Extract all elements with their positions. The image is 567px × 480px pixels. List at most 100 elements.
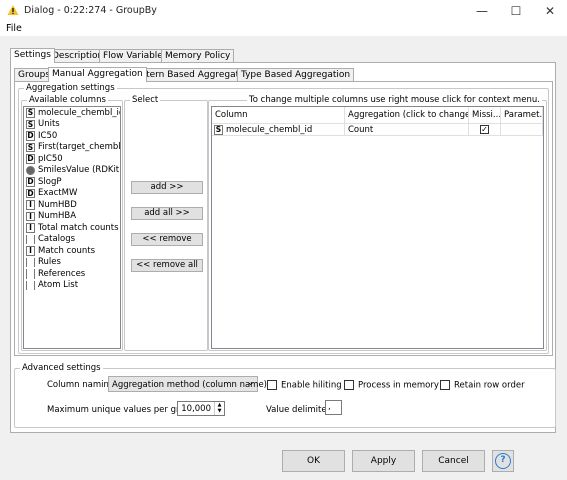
list-item[interactable]: SmilesValue (RDKit M — [24, 165, 120, 177]
column-naming-select[interactable]: Aggregation method (column name) ⌄ — [108, 376, 267, 392]
list-item[interactable]: Catalogs — [24, 234, 120, 246]
integer-type-icon: I — [26, 223, 35, 233]
column-name: First(target_chembl_id — [38, 142, 120, 153]
max-unique-value: 10,000 — [181, 404, 211, 414]
string-type-icon: S — [26, 119, 35, 129]
maximize-button[interactable]: ☐ — [499, 0, 533, 22]
column-naming-label: Column naming: — [47, 380, 118, 390]
header-column[interactable]: Column — [212, 107, 345, 124]
string-type-icon: S — [26, 108, 35, 118]
collection-type-icon — [26, 269, 35, 279]
advanced-settings-legend: Advanced settings — [22, 363, 101, 373]
row-aggregation-cell[interactable]: Count — [345, 124, 469, 136]
title-bar: Dialog - 0:22:274 - GroupBy — ☐ ✕ — [0, 0, 567, 22]
double-type-icon: D — [26, 188, 35, 198]
row-column-cell[interactable]: S molecule_chembl_id — [212, 124, 345, 136]
enable-hiliting-checkbox[interactable] — [267, 380, 277, 390]
list-item[interactable]: D ExactMW — [24, 188, 120, 200]
list-item[interactable]: DpIC50 — [24, 153, 120, 165]
select-group: Select — [124, 95, 208, 351]
help-button[interactable]: ? — [492, 450, 514, 472]
process-in-memory-option[interactable]: Process in memory — [344, 380, 439, 391]
apply-button[interactable]: Apply — [352, 450, 415, 472]
list-item[interactable]: I NumHBD — [24, 199, 120, 211]
list-item[interactable]: I Total match counts — [24, 222, 120, 234]
column-name: Units — [38, 119, 60, 130]
process-in-memory-checkbox[interactable] — [344, 380, 354, 390]
column-name: Atom List — [38, 280, 79, 291]
close-button[interactable]: ✕ — [533, 0, 567, 22]
double-type-icon: D — [26, 177, 35, 187]
header-missing[interactable]: Missi... — [469, 107, 501, 124]
add-all-button[interactable]: add all >> — [131, 207, 203, 220]
aggregation-table[interactable]: Column Aggregation (click to change) Mis… — [211, 106, 544, 349]
ok-button[interactable]: OK — [282, 450, 345, 472]
cancel-button[interactable]: Cancel — [422, 450, 485, 472]
collection-type-icon — [26, 257, 35, 267]
tab-manual-aggregation[interactable]: Manual Aggregation — [48, 67, 147, 82]
list-item[interactable]: Atom List — [24, 280, 120, 292]
chevron-down-icon: ⌄ — [247, 378, 255, 388]
table-row[interactable]: S molecule_chembl_id Count ✓ — [212, 124, 543, 136]
enable-hiliting-label: Enable hiliting — [281, 380, 342, 391]
molecule-type-icon — [26, 165, 35, 175]
column-name: molecule_chembl_id — [38, 107, 120, 118]
retain-row-order-option[interactable]: Retain row order — [440, 380, 525, 391]
tab-type-based-aggregation[interactable]: Type Based Aggregation — [237, 68, 355, 82]
integer-type-icon: I — [26, 246, 35, 256]
available-columns-legend: Available columns — [29, 95, 106, 105]
column-naming-value: Aggregation method (column name) — [112, 380, 267, 390]
list-item[interactable]: D SlogP — [24, 176, 120, 188]
header-parameter[interactable]: Paramet... — [501, 107, 543, 124]
tab-settings[interactable]: Settings — [10, 48, 55, 63]
value-delimiter-label: Value delimiter — [266, 405, 331, 415]
window-title: Dialog - 0:22:274 - GroupBy — [24, 5, 157, 16]
list-item[interactable]: D IC50 — [24, 130, 120, 142]
column-name: NumHBA — [38, 211, 77, 222]
header-aggregation[interactable]: Aggregation (click to change) — [345, 107, 469, 124]
list-item[interactable]: References — [24, 268, 120, 280]
column-name: NumHBD — [38, 199, 77, 210]
integer-type-icon: I — [26, 200, 35, 210]
add-button[interactable]: add >> — [131, 181, 203, 194]
list-item[interactable]: I NumHBA — [24, 211, 120, 223]
retain-row-order-label: Retain row order — [454, 380, 525, 391]
column-name: References — [38, 268, 86, 279]
row-column-name: molecule_chembl_id — [226, 125, 313, 135]
missing-checkbox[interactable]: ✓ — [480, 125, 489, 134]
column-name: ExactMW — [38, 188, 78, 199]
menu-bar: File — [0, 22, 567, 36]
string-type-icon: S — [214, 125, 223, 135]
remove-all-button[interactable]: << remove all — [131, 259, 203, 272]
list-item[interactable]: I Match counts — [24, 245, 120, 257]
row-parameter-cell[interactable] — [501, 124, 543, 136]
minimize-button[interactable]: — — [465, 0, 499, 22]
menu-file[interactable]: File — [6, 23, 22, 34]
spinner-down-icon[interactable]: ▼ — [214, 408, 224, 415]
max-unique-spinner[interactable]: 10,000 ▲ ▼ — [177, 401, 225, 416]
list-item[interactable]: SFirst(target_chembl_id — [24, 142, 120, 154]
remove-button[interactable]: << remove — [131, 233, 203, 246]
aggregation-table-legend: To change multiple columns use right mou… — [249, 95, 540, 105]
column-name: pIC50 — [38, 153, 63, 164]
process-in-memory-label: Process in memory — [358, 380, 439, 391]
tab-memory-policy[interactable]: Memory Policy — [161, 49, 235, 63]
column-name: Match counts — [38, 245, 96, 256]
table-header: Column Aggregation (click to change) Mis… — [212, 107, 543, 124]
column-name: Total match counts — [38, 222, 119, 233]
column-name: SmilesValue (RDKit M — [38, 165, 120, 176]
retain-row-order-checkbox[interactable] — [440, 380, 450, 390]
collection-type-icon — [26, 280, 35, 290]
enable-hiliting-option[interactable]: Enable hiliting — [267, 380, 342, 391]
value-delimiter-input[interactable]: , — [325, 400, 342, 415]
aggregation-settings-legend: Aggregation settings — [26, 83, 115, 93]
help-icon: ? — [495, 453, 511, 469]
column-name: SlogP — [38, 176, 62, 187]
list-item[interactable]: Smolecule_chembl_id — [24, 107, 120, 119]
select-legend: Select — [132, 95, 159, 105]
row-missing-cell[interactable]: ✓ — [469, 124, 501, 136]
list-item[interactable]: Rules — [24, 257, 120, 269]
collection-type-icon — [26, 234, 35, 244]
available-columns-list[interactable]: Smolecule_chembl_id S Units D IC50 S First(tar… — [23, 106, 121, 349]
list-item[interactable]: S Units — [24, 119, 120, 131]
